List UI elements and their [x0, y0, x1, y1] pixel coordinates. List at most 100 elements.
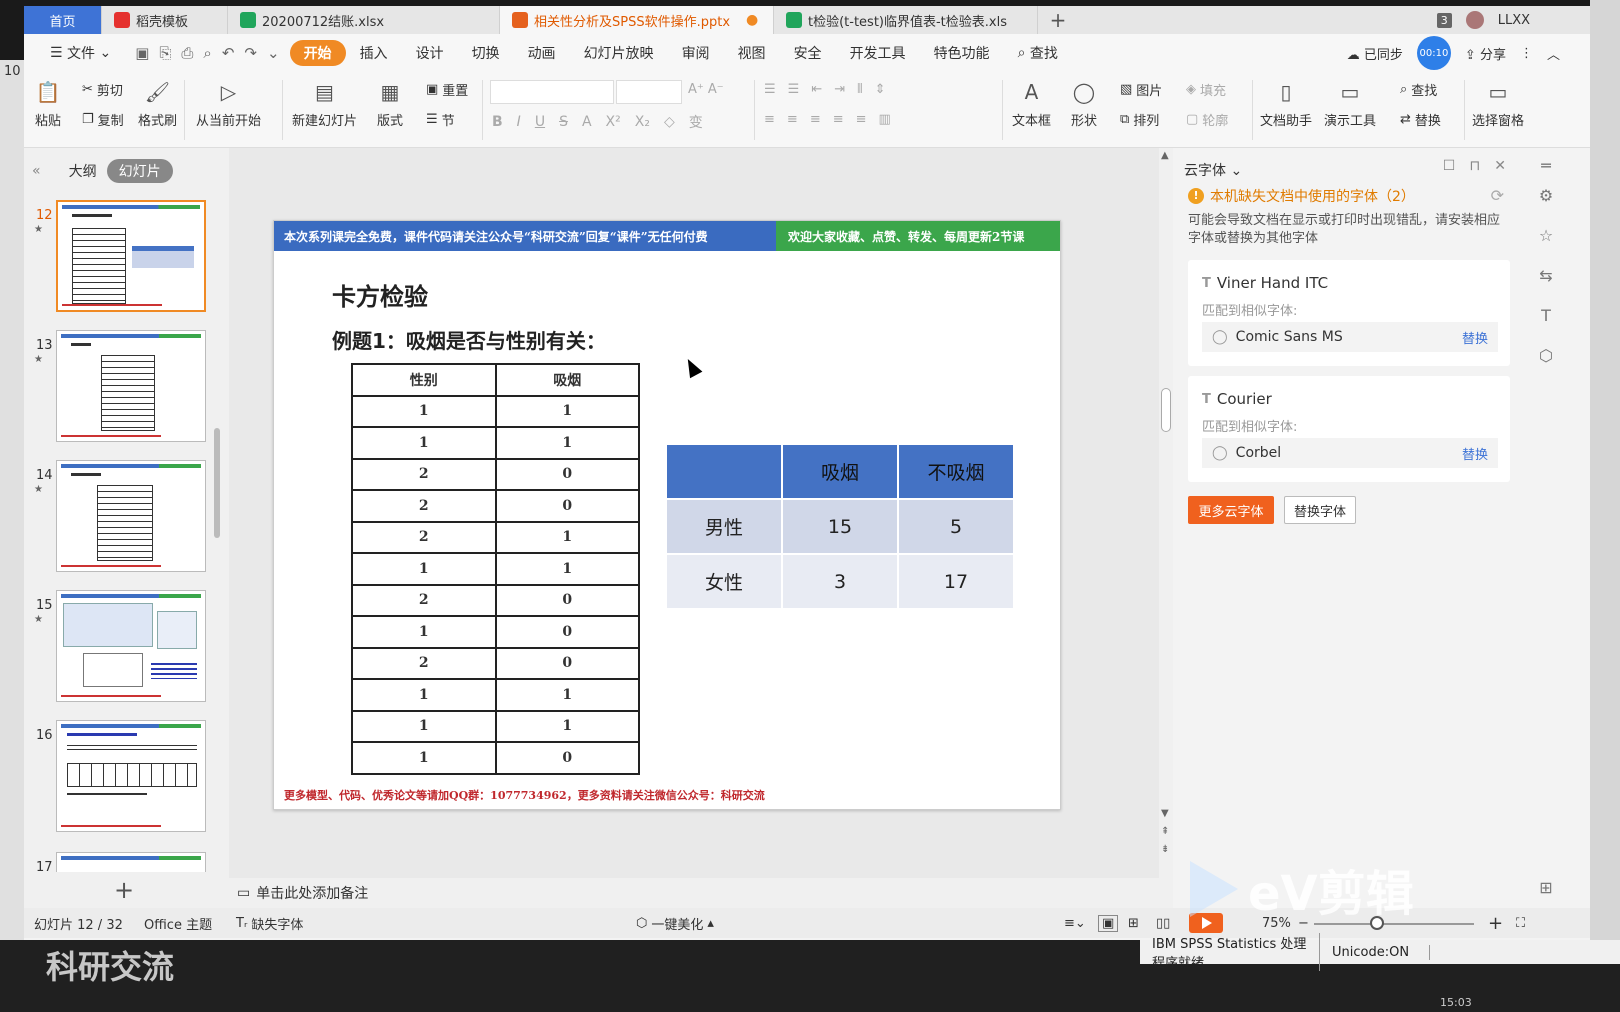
search-button[interactable]: ⌕ 查找: [1004, 40, 1072, 66]
slide-thumb-15[interactable]: [56, 590, 206, 702]
distribute-icon[interactable]: ≡: [856, 112, 867, 127]
font-grow-icons[interactable]: A⁺ A⁻: [688, 82, 724, 97]
outline-button[interactable]: ▢ 轮廓: [1186, 110, 1228, 129]
fill-button[interactable]: ◈ 填充: [1186, 80, 1226, 99]
notes-bar[interactable]: ▭ 单击此处添加备注: [229, 878, 1159, 908]
slide-thumb-12[interactable]: [56, 200, 206, 312]
feedback-icon[interactable]: ☐: [1443, 158, 1456, 174]
star-icon[interactable]: ☆: [1536, 226, 1556, 246]
matched-font-row[interactable]: ◯ Comic Sans MS 替换: [1202, 322, 1498, 352]
theme-name[interactable]: Office 主题: [144, 914, 212, 933]
raw-data-table[interactable]: 性别 吸烟 111120202111201020111110: [351, 363, 640, 775]
replace-font-link[interactable]: 替换: [1462, 328, 1488, 347]
export-icon[interactable]: ⎘: [159, 44, 171, 62]
tab-security[interactable]: 安全: [780, 40, 836, 66]
columns-icon[interactable]: ▥: [879, 112, 891, 127]
normal-view-icon[interactable]: ▣: [1098, 914, 1119, 932]
text-direction-icon[interactable]: ⫴: [857, 82, 862, 97]
save-icon[interactable]: ▣: [135, 44, 149, 62]
line-spacing-icon[interactable]: ⇕: [875, 82, 886, 97]
box-icon[interactable]: ⬡: [1536, 346, 1556, 366]
tab-outline[interactable]: 大纲: [69, 161, 97, 181]
subscript-icon[interactable]: X₂: [635, 114, 650, 130]
panel-title[interactable]: 云字体 ⌄: [1184, 160, 1242, 180]
thumbnail-scrollbar[interactable]: [214, 428, 220, 538]
collapse-sidebar-icon[interactable]: ═: [1536, 156, 1556, 176]
current-slide[interactable]: 本次系列课完全免费，课件代码请关注公众号“科研交流”回复“课件”无任何付费 欢迎…: [273, 220, 1061, 810]
font-size-select[interactable]: [616, 80, 682, 104]
zoom-in-icon[interactable]: +: [1488, 913, 1503, 934]
slide-subtitle[interactable]: 例题1：吸烟是否与性别有关：: [332, 325, 606, 354]
scrollbar-thumb[interactable]: [1161, 388, 1171, 432]
missing-font-status[interactable]: Tᵣ 缺失字体: [236, 914, 303, 933]
text-effect-icon[interactable]: 变: [689, 112, 703, 132]
more-icon[interactable]: ⋮: [1520, 46, 1533, 61]
new-slide-button[interactable]: ▤ 新建幻灯片: [292, 78, 357, 129]
superscript-icon[interactable]: X²: [606, 114, 621, 130]
underline-icon[interactable]: U: [535, 114, 545, 130]
bullet-list-icon[interactable]: ☰: [764, 82, 776, 97]
tab-xlsx[interactable]: 20200712结账.xlsx: [228, 6, 500, 34]
present-tools-button[interactable]: ▭ 演示工具: [1324, 78, 1376, 129]
refresh-icon[interactable]: ⟳: [1491, 186, 1504, 205]
font-color-icon[interactable]: A: [582, 114, 592, 130]
tab-pptx[interactable]: 相关性分析及SPSS软件操作.pptx ●: [500, 6, 774, 34]
slide-title[interactable]: 卡方检验: [332, 277, 428, 312]
sorter-view-icon[interactable]: ⊞: [1128, 916, 1139, 931]
tab-xls[interactable]: t检验(t-test)临界值表-t检验表.xls: [774, 6, 1038, 34]
section-button[interactable]: ☰ 节: [426, 110, 455, 129]
reading-view-icon[interactable]: ▯▯: [1156, 916, 1170, 931]
clear-format-icon[interactable]: ◇: [664, 114, 675, 130]
tab-animation[interactable]: 动画: [514, 40, 570, 66]
close-icon[interactable]: ✕: [1494, 158, 1506, 174]
copy-button[interactable]: ❐ 复制: [82, 110, 124, 129]
font-family-select[interactable]: [490, 80, 614, 104]
canvas-scrollbar[interactable]: ▲ ▼ ⇞ ⇟: [1159, 148, 1173, 908]
scroll-down-icon[interactable]: ▼: [1161, 808, 1169, 819]
next-slide-icon[interactable]: ⇟: [1161, 844, 1169, 855]
new-tab-button[interactable]: +: [1038, 6, 1078, 34]
tab-template[interactable]: 稻壳模板: [102, 6, 228, 34]
tab-home[interactable]: 首页: [24, 6, 102, 34]
tab-design[interactable]: 设计: [402, 40, 458, 66]
strike-icon[interactable]: S: [559, 114, 568, 130]
fit-window-icon[interactable]: ⛶: [1516, 916, 1525, 931]
tab-view[interactable]: 视图: [724, 40, 780, 66]
format-painter-button[interactable]: 🖌 格式刷: [138, 78, 177, 129]
picture-button[interactable]: ▧ 图片: [1120, 80, 1162, 99]
window-count-badge[interactable]: 3: [1436, 12, 1452, 28]
redo-icon[interactable]: ↷: [244, 44, 257, 62]
reset-button[interactable]: ▣ 重置: [426, 80, 468, 99]
layout-button[interactable]: ▦ 版式: [376, 78, 404, 129]
replace-fonts-button[interactable]: 替换字体: [1284, 496, 1356, 524]
avatar[interactable]: [1465, 11, 1484, 29]
bold-icon[interactable]: B: [492, 114, 503, 130]
tab-slides[interactable]: 幻灯片: [106, 159, 173, 183]
tab-review[interactable]: 审阅: [668, 40, 724, 66]
grid-icon[interactable]: ⊞: [1536, 878, 1556, 898]
prev-slide-icon[interactable]: ⇞: [1161, 826, 1169, 837]
share-button[interactable]: ⇪ 分享: [1465, 44, 1506, 63]
contingency-table[interactable]: 吸烟 不吸烟 男性 15 5 女性 3 17: [665, 443, 1015, 610]
collapse-ribbon-icon[interactable]: ︿: [1547, 44, 1560, 63]
tab-slideshow[interactable]: 幻灯片放映: [570, 40, 668, 66]
text-icon[interactable]: T: [1536, 306, 1556, 326]
italic-icon[interactable]: I: [517, 114, 521, 130]
add-slide-button[interactable]: +: [114, 876, 134, 904]
user-name[interactable]: LLXX: [1498, 13, 1530, 28]
notes-view-icon[interactable]: ≡⌄: [1064, 916, 1086, 931]
file-menu[interactable]: ☰ 文件 ⌄: [36, 40, 125, 66]
paste-button[interactable]: 📋 粘贴: [34, 78, 62, 129]
cut-button[interactable]: ✂ 剪切: [82, 80, 123, 99]
indent-increase-icon[interactable]: ⇥: [834, 82, 845, 97]
customize-icon[interactable]: ⌄: [267, 44, 280, 62]
indent-decrease-icon[interactable]: ⇤: [811, 82, 822, 97]
adjust-icon[interactable]: ⚙: [1536, 186, 1556, 206]
slide-thumb-17[interactable]: [56, 852, 206, 872]
select-pane-button[interactable]: ▭ 选择窗格: [1472, 78, 1524, 129]
tab-features[interactable]: 特色功能: [920, 40, 1004, 66]
align-right-icon[interactable]: ≡: [810, 112, 821, 127]
tab-start[interactable]: 开始: [289, 40, 346, 66]
replace-button[interactable]: ⇄ 替换: [1400, 110, 1441, 129]
convert-icon[interactable]: ⇆: [1536, 266, 1556, 286]
